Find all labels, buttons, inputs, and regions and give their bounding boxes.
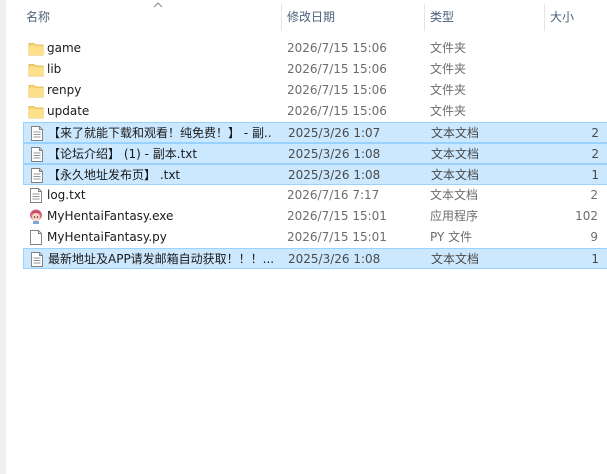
file-modified-date: 2026/7/15 15:01 xyxy=(287,230,387,244)
file-type: PY 文件 xyxy=(430,230,473,244)
folder-icon xyxy=(28,82,44,99)
file-type: 文本文档 xyxy=(431,252,480,266)
file-type: 文本文档 xyxy=(431,126,480,140)
file-row[interactable]: 【论坛介绍】 (1) - 副本.txt 2025/3/26 1:08 文本文档 2 xyxy=(23,143,607,164)
file-size: 2 xyxy=(591,147,599,161)
folder-icon xyxy=(28,61,44,78)
file-type: 文本文档 xyxy=(430,188,479,202)
file-modified-date: 2026/7/15 15:06 xyxy=(287,83,387,97)
file-modified-date: 2026/7/15 15:06 xyxy=(287,62,387,76)
file-row[interactable]: 最新地址及APP请发邮箱自动获取！！！... 2025/3/26 1:08 文本文档… xyxy=(23,248,607,269)
file-name: 最新地址及APP请发邮箱自动获取！！！... xyxy=(48,252,273,266)
text-document-icon xyxy=(28,187,44,204)
file-row[interactable]: lib 2026/7/15 15:06 文件夹 xyxy=(23,59,607,80)
file-modified-date: 2026/7/15 15:06 xyxy=(287,41,387,55)
file-name: update xyxy=(47,104,90,118)
file-type: 文件夹 xyxy=(430,41,467,55)
file-modified-date: 2026/7/15 15:01 xyxy=(287,209,387,223)
file-name: 【永久地址发布页】 .txt xyxy=(48,168,181,182)
file-name: game xyxy=(47,41,82,55)
file-type: 文件夹 xyxy=(430,104,467,118)
file-size xyxy=(543,38,598,59)
text-document-icon xyxy=(29,251,45,268)
file-name: 【来了就能下载和观看！纯免费！】 - 副... xyxy=(48,126,273,140)
column-header-bar: 名称 修改日期 类型 大小 xyxy=(6,0,607,35)
column-header-size[interactable]: 大小 xyxy=(544,0,604,35)
file-row[interactable]: update 2026/7/15 15:06 文件夹 xyxy=(23,101,607,122)
file-size: 2 xyxy=(591,126,599,140)
file-modified-date: 2026/7/16 7:17 xyxy=(287,188,380,202)
file-size xyxy=(543,59,598,80)
file-modified-date: 2025/3/26 1:07 xyxy=(288,126,381,140)
file-size: 2 xyxy=(590,188,598,202)
column-header-date[interactable]: 修改日期 xyxy=(281,0,424,35)
column-header-name[interactable]: 名称 xyxy=(20,0,278,35)
file-type: 文本文档 xyxy=(431,168,480,182)
text-document-icon xyxy=(29,167,45,184)
text-document-icon xyxy=(29,125,45,142)
column-header-type[interactable]: 类型 xyxy=(424,0,543,35)
file-size: 9 xyxy=(590,230,598,244)
file-name: renpy xyxy=(47,83,82,97)
file-name: MyHentaiFantasy.exe xyxy=(47,209,174,223)
file-name: MyHentaiFantasy.py xyxy=(47,230,167,244)
file-type: 文件夹 xyxy=(430,83,467,97)
file-row[interactable]: 【永久地址发布页】 .txt 2025/3/26 1:08 文本文档 1 xyxy=(23,164,607,185)
file-modified-date: 2026/7/15 15:06 xyxy=(287,104,387,118)
app-exe-icon xyxy=(28,208,44,225)
file-name: lib xyxy=(47,62,62,76)
file-row[interactable]: 【来了就能下载和观看！纯免费！】 - 副... 2025/3/26 1:07 文本文… xyxy=(23,122,607,143)
file-size xyxy=(543,101,598,122)
file-modified-date: 2025/3/26 1:08 xyxy=(288,252,381,266)
file-size: 102 xyxy=(575,209,598,223)
file-type: 文本文档 xyxy=(431,147,480,161)
text-document-icon xyxy=(29,146,45,163)
blank-file-icon xyxy=(28,229,44,246)
file-size xyxy=(543,80,598,101)
file-modified-date: 2025/3/26 1:08 xyxy=(288,147,381,161)
left-pane-edge xyxy=(0,0,6,474)
file-name: 【论坛介绍】 (1) - 副本.txt xyxy=(48,147,198,161)
file-modified-date: 2025/3/26 1:08 xyxy=(288,168,381,182)
file-row[interactable]: game 2026/7/15 15:06 文件夹 xyxy=(23,38,607,59)
file-row[interactable]: MyHentaiFantasy.py 2026/7/15 15:01 PY 文件 9 xyxy=(23,227,607,248)
file-type: 应用程序 xyxy=(430,209,479,223)
folder-icon xyxy=(28,40,44,57)
file-row[interactable]: log.txt 2026/7/16 7:17 文本文档 2 xyxy=(23,185,607,206)
file-name: log.txt xyxy=(47,188,86,202)
file-size: 1 xyxy=(591,252,599,266)
folder-icon xyxy=(28,103,44,120)
file-row[interactable]: MyHentaiFantasy.exe 2026/7/15 15:01 应用程序 10… xyxy=(23,206,607,227)
file-type: 文件夹 xyxy=(430,62,467,76)
file-row[interactable]: renpy 2026/7/15 15:06 文件夹 xyxy=(23,80,607,101)
file-size: 1 xyxy=(591,168,599,182)
